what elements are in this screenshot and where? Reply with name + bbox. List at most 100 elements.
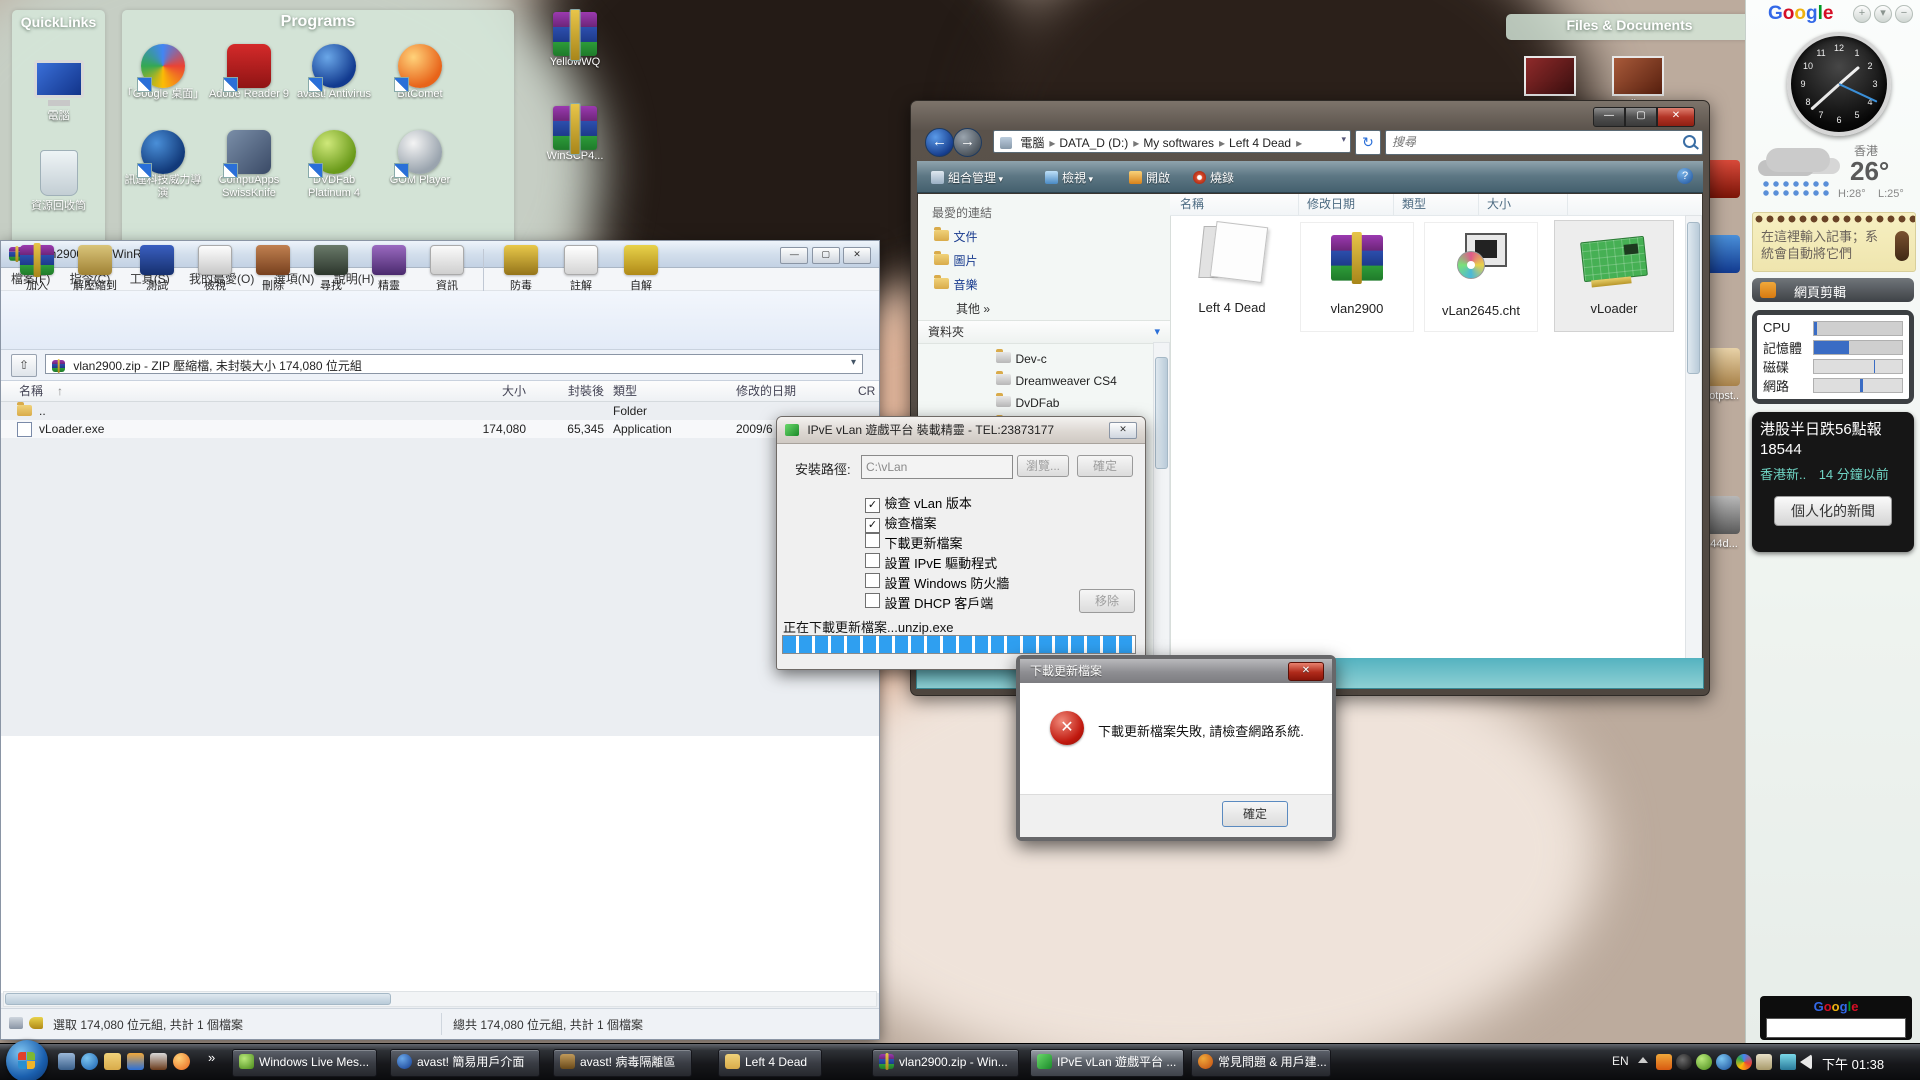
clock-widget[interactable]: 12 1 2 3 4 5 6 7 8 9 10 11	[1787, 32, 1891, 136]
quicklaunch-chevron-icon[interactable]: »	[208, 1050, 215, 1065]
note-scroll-handle[interactable]	[1895, 231, 1909, 261]
breadcrumb-item[interactable]: My softwares	[1141, 136, 1227, 150]
minimize-button[interactable]: —	[780, 247, 808, 264]
breadcrumb-item[interactable]: 電腦	[1018, 134, 1057, 151]
check-row[interactable]: 設置 IPvE 驅動程式	[865, 553, 997, 573]
volume-tray-icon[interactable]	[1800, 1054, 1812, 1070]
check-row[interactable]: ✓ 檢查 vLan 版本	[865, 493, 972, 513]
breadcrumb-dropdown-icon[interactable]: ▾	[1341, 134, 1346, 145]
check-row[interactable]: 設置 DHCP 客戶端	[865, 593, 993, 613]
taskbar-button-messenger[interactable]: Windows Live Mes...	[232, 1049, 377, 1077]
vlan-dialog-title-bar[interactable]: IPvE vLan 遊戲平台 裝載精靈 - TEL:23873177 ✕	[777, 417, 1145, 444]
column-name[interactable]: 名稱	[1170, 194, 1299, 215]
main-scrollbar[interactable]	[1685, 215, 1702, 660]
sysmon-widget[interactable]: CPU 記憶體 磁碟 網路	[1752, 310, 1914, 404]
tree-item[interactable]: Dreamweaver CS4	[996, 372, 1117, 390]
file-item-selected[interactable]: vLoader	[1554, 220, 1674, 332]
folders-chevron-icon[interactable]: ▾	[1154, 325, 1160, 338]
sidebar-search-input[interactable]	[1766, 1018, 1906, 1038]
checkbox-unchecked[interactable]	[865, 593, 880, 608]
comment-button[interactable]: 註解	[553, 245, 609, 293]
maximize-button[interactable]: ▢	[812, 247, 840, 264]
taskbar-button-left4dead[interactable]: Left 4 Dead	[718, 1049, 822, 1077]
sfx-button[interactable]: 自解	[613, 245, 669, 293]
explorer-folder-icon[interactable]	[104, 1053, 121, 1070]
personalized-news-button[interactable]: 個人化的新聞	[1774, 496, 1892, 526]
checkbox-checked[interactable]: ✓	[865, 518, 880, 533]
check-row[interactable]: ✓ 檢查檔案	[865, 513, 936, 533]
taskbar-button-winrar[interactable]: vlan2900.zip - Win...	[872, 1049, 1019, 1077]
minimize-button[interactable]: —	[1593, 107, 1625, 127]
file-item[interactable]: vLan2645.cht	[1424, 222, 1538, 332]
virus-scan-button[interactable]: 防毒	[493, 245, 549, 293]
taskbar-button-vlan-active[interactable]: IPvE vLan 遊戲平台 ...	[1030, 1049, 1184, 1077]
checkbox-unchecked[interactable]	[865, 533, 880, 548]
steam-tray-icon[interactable]	[1676, 1054, 1692, 1070]
view-button[interactable]: 檢視	[187, 245, 243, 293]
program-shortcut[interactable]: 訊連科技威力導演	[121, 130, 205, 200]
column-type[interactable]: 類型	[613, 381, 637, 401]
photo-thumbnail[interactable]	[1524, 56, 1576, 96]
close-button[interactable]: ✕	[1657, 107, 1695, 127]
webclips-header[interactable]: 網頁剪輯	[1752, 278, 1914, 302]
tree-scrollbar-thumb[interactable]	[1155, 357, 1168, 469]
recycle-shortcut[interactable]: 資源回收筒	[12, 150, 105, 213]
program-shortcut[interactable]: avast! Antivirus	[292, 44, 376, 101]
organize-menu[interactable]: 組合管理	[931, 169, 1003, 186]
favorite-link-music[interactable]: 音樂	[934, 276, 977, 294]
column-size[interactable]: 大小	[1479, 194, 1568, 215]
globe-tray-icon[interactable]	[1716, 1054, 1732, 1070]
horizontal-scrollbar[interactable]	[3, 991, 877, 1007]
archive-row-up[interactable]: .. Folder	[1, 402, 879, 420]
delete-button[interactable]: 刪除	[245, 245, 301, 293]
note-text[interactable]: 在這裡輸入記事；系統會自動將它們	[1753, 225, 1915, 262]
taskbar-button-firefox[interactable]: 常見問題 & 用戶建...	[1191, 1049, 1331, 1077]
breadcrumb-item[interactable]: Left 4 Dead	[1227, 136, 1304, 150]
back-button[interactable]: ←	[925, 128, 954, 157]
extract-to-button[interactable]: 解壓縮到	[67, 245, 123, 293]
check-row[interactable]: 下載更新檔案	[865, 533, 962, 553]
column-packed[interactable]: 封裝後	[546, 381, 604, 401]
file-item[interactable]: Left 4 Dead	[1176, 222, 1288, 330]
sidebar-minimize-button[interactable]: −	[1895, 5, 1913, 23]
info-button[interactable]: 資訊	[419, 245, 475, 293]
close-button[interactable]: ✕	[1109, 422, 1137, 439]
program-shortcut[interactable]: CompuApps SwissKnife	[207, 130, 291, 200]
favorites-more-link[interactable]: 其他 »	[956, 300, 990, 317]
checkbox-unchecked[interactable]	[865, 553, 880, 568]
sidebar-add-button[interactable]: +	[1853, 5, 1871, 23]
add-button[interactable]: 加入	[9, 245, 65, 293]
network-tray-icon[interactable]	[1780, 1054, 1796, 1070]
column-name[interactable]: 名稱	[19, 381, 43, 401]
internet-explorer-icon[interactable]	[81, 1053, 98, 1070]
google-desktop-tray-icon[interactable]	[1736, 1054, 1752, 1070]
help-icon[interactable]: ?	[1677, 168, 1693, 184]
browse-button[interactable]: 瀏覽...	[1017, 455, 1069, 477]
ime-keyboard-tray-icon[interactable]	[1756, 1054, 1772, 1070]
messenger-tray-icon[interactable]	[1696, 1054, 1712, 1070]
weather-widget[interactable]: 香港 26° H:28° L:25°	[1746, 140, 1920, 210]
column-type[interactable]: 類型	[1394, 194, 1479, 215]
search-input[interactable]	[1386, 131, 1674, 152]
computer-shortcut[interactable]: 電腦	[12, 60, 105, 123]
program-shortcut[interactable]: Adobe Reader 9	[207, 44, 291, 101]
tree-item[interactable]: Dev-c	[996, 350, 1047, 368]
search-box[interactable]	[1385, 130, 1703, 155]
program-shortcut[interactable]: DVDFab Platinum 4	[292, 130, 376, 200]
quicklaunch-app-icon[interactable]	[150, 1053, 167, 1070]
ok-button[interactable]: 確定	[1222, 801, 1288, 827]
avast-tray-icon[interactable]	[1656, 1054, 1672, 1070]
favorite-link-pictures[interactable]: 圖片	[934, 252, 977, 270]
combo-dropdown-icon[interactable]: ▾	[851, 357, 856, 368]
taskbar-clock[interactable]: 下午 01:38	[1822, 1054, 1884, 1073]
check-row[interactable]: 設置 Windows 防火牆	[865, 573, 1009, 593]
favorite-link-documents[interactable]: 文件	[934, 228, 977, 246]
taskbar-button-avast-chest[interactable]: avast! 病毒隔離區	[553, 1049, 692, 1077]
tree-scrollbar[interactable]	[1153, 342, 1170, 660]
news-source[interactable]: 香港新..	[1760, 467, 1806, 482]
archive-row-vloader[interactable]: vLoader.exe 174,080 65,345 Application 2…	[1, 420, 879, 438]
column-modified[interactable]: 修改日期	[1299, 194, 1394, 215]
checkbox-checked[interactable]: ✓	[865, 498, 880, 513]
up-folder-button[interactable]: ⇧	[11, 354, 37, 377]
start-button[interactable]	[6, 1040, 48, 1080]
